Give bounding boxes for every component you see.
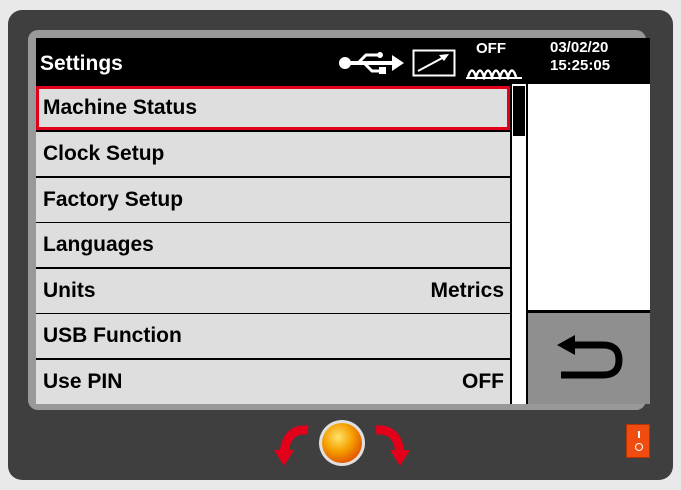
- status-off-label: OFF: [476, 40, 506, 57]
- trend-arrow-icon: [412, 49, 456, 77]
- wave-icon: [466, 69, 522, 80]
- usb-icon: [339, 52, 404, 74]
- rotary-knob-control[interactable]: [272, 414, 412, 472]
- time-display: 15:25:05: [550, 57, 611, 74]
- date-display: 03/02/20: [550, 39, 609, 56]
- side-panel-blank: [528, 84, 650, 310]
- display-screen: Settings OFF 03/02/20 15:25:05 Machine S…: [36, 38, 650, 404]
- menu-item-label: Machine Status: [43, 96, 198, 119]
- menu-item-use-pin[interactable]: Use PIN OFF: [36, 360, 510, 404]
- menu-item-languages[interactable]: Languages: [36, 223, 510, 267]
- return-arrow-icon: [557, 334, 623, 378]
- menu-scrollbar[interactable]: [512, 84, 526, 404]
- menu-item-factory-setup[interactable]: Factory Setup: [36, 178, 510, 222]
- power-on-mark: [638, 431, 640, 438]
- menu-item-label: Languages: [43, 233, 154, 256]
- menu-item-machine-status[interactable]: Machine Status: [36, 86, 510, 130]
- menu-item-label: Units: [43, 279, 96, 302]
- rotary-knob-icon: [322, 423, 362, 463]
- menu-item-label: USB Function: [43, 324, 182, 347]
- header-bar: Settings OFF 03/02/20 15:25:05: [36, 38, 650, 84]
- menu-item-label: Use PIN: [43, 370, 123, 393]
- menu-item-label: Factory Setup: [43, 188, 184, 211]
- scroll-thumb[interactable]: [513, 86, 525, 136]
- power-off-mark: [635, 443, 643, 451]
- page-title: Settings: [40, 52, 123, 75]
- menu-item-clock-setup[interactable]: Clock Setup: [36, 132, 510, 176]
- power-switch[interactable]: [626, 424, 650, 458]
- menu-item-value: OFF: [462, 370, 504, 393]
- settings-menu-list: Machine Status Clock Setup Factory Setup…: [36, 84, 510, 404]
- back-button[interactable]: [528, 313, 650, 404]
- menu-item-units[interactable]: Units Metrics: [36, 269, 510, 313]
- rotate-left-arrow-icon: [274, 425, 309, 466]
- rotate-right-arrow-icon: [375, 425, 410, 466]
- menu-item-usb-function[interactable]: USB Function: [36, 314, 510, 358]
- menu-item-value: Metrics: [430, 279, 504, 302]
- menu-item-label: Clock Setup: [43, 142, 165, 165]
